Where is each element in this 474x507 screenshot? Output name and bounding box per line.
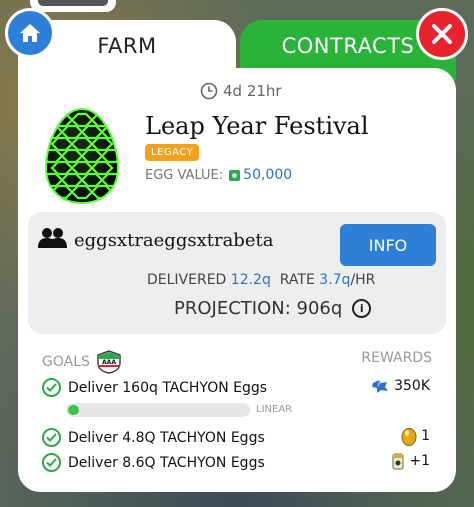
- boost-token-icon: [392, 453, 404, 470]
- rate-value: 3.7q: [319, 272, 351, 288]
- coop-name: eggsxtraeggsxtrabeta: [74, 230, 274, 251]
- check-icon: [42, 453, 61, 472]
- egg-value: EGG VALUE: 50,000: [145, 167, 292, 183]
- goal-3-text: Deliver 8.6Q TACHYON Eggs: [68, 454, 265, 471]
- golden-egg-icon: [401, 428, 417, 446]
- goal-1: Deliver 160q TACHYON Eggs: [42, 378, 267, 397]
- goal-1-text: Deliver 160q TACHYON Eggs: [68, 379, 268, 396]
- goal-1-progress-fill: [68, 405, 79, 415]
- goal-3-reward: +1: [391, 451, 430, 471]
- projection-info-icon[interactable]: i: [352, 299, 372, 318]
- rate-label: RATE: [279, 272, 315, 288]
- top-status-pill: [30, 0, 116, 12]
- goal-2-reward: 1: [401, 426, 430, 446]
- goal-1-progress-label: LINEAR: [256, 404, 293, 415]
- goal-1-progress-bar: [66, 403, 250, 417]
- check-icon: [42, 378, 61, 397]
- time-remaining: 4d 21hr: [200, 82, 282, 100]
- goals-label: GOALS: [42, 354, 90, 370]
- projection: PROJECTION: 906q i: [174, 298, 372, 319]
- coop-card: eggsxtraeggsxtrabeta INFO DELIVERED 12.2…: [28, 212, 446, 334]
- contract-panel: 4d 21hr Leap Year Festival LEGACY EGG VA…: [18, 68, 456, 492]
- goal-2-text: Deliver 4.8Q TACHYON Eggs: [68, 429, 265, 446]
- rate-unit: /HR: [350, 272, 376, 288]
- goal-1-reward-value: 350K: [394, 378, 430, 394]
- close-button[interactable]: [416, 8, 468, 60]
- home-button[interactable]: [5, 8, 55, 58]
- delivered-value: 12.2q: [230, 272, 271, 288]
- grade-aaa-icon: AAA: [97, 350, 121, 374]
- goal-2: Deliver 4.8Q TACHYON Eggs: [42, 428, 265, 447]
- info-button-label: INFO: [368, 235, 408, 255]
- time-remaining-text: 4d 21hr: [223, 82, 282, 100]
- goal-3: Deliver 8.6Q TACHYON Eggs: [42, 453, 265, 472]
- goal-3-reward-value: +1: [409, 453, 430, 469]
- coop-stats: DELIVERED 12.2q RATE 3.7q/HR: [147, 272, 375, 288]
- egg-value-label: EGG VALUE:: [145, 167, 224, 183]
- legacy-badge: LEGACY: [145, 144, 200, 161]
- delivered-label: DELIVERED: [147, 272, 227, 288]
- projection-value: 906q: [296, 298, 343, 319]
- projection-label: PROJECTION:: [174, 298, 291, 319]
- goal-2-reward-value: 1: [421, 428, 430, 444]
- goals-header: GOALS AAA: [42, 350, 122, 374]
- svg-text:AAA: AAA: [102, 359, 116, 366]
- clock-icon: [200, 82, 218, 100]
- home-icon: [20, 24, 40, 42]
- goal-1-reward: 350K: [370, 378, 430, 394]
- check-icon: [42, 428, 61, 447]
- info-button[interactable]: INFO: [340, 224, 436, 266]
- cash-icon: [229, 169, 241, 181]
- close-icon: [432, 24, 452, 44]
- contract-title: Leap Year Festival: [145, 112, 369, 140]
- egg-value-amount: 50,000: [243, 167, 293, 183]
- rewards-label: REWARDS: [361, 350, 432, 366]
- coop-members-icon: [38, 226, 68, 254]
- piggy-bank-icon: [372, 380, 389, 393]
- tachyon-egg-icon: [42, 106, 122, 210]
